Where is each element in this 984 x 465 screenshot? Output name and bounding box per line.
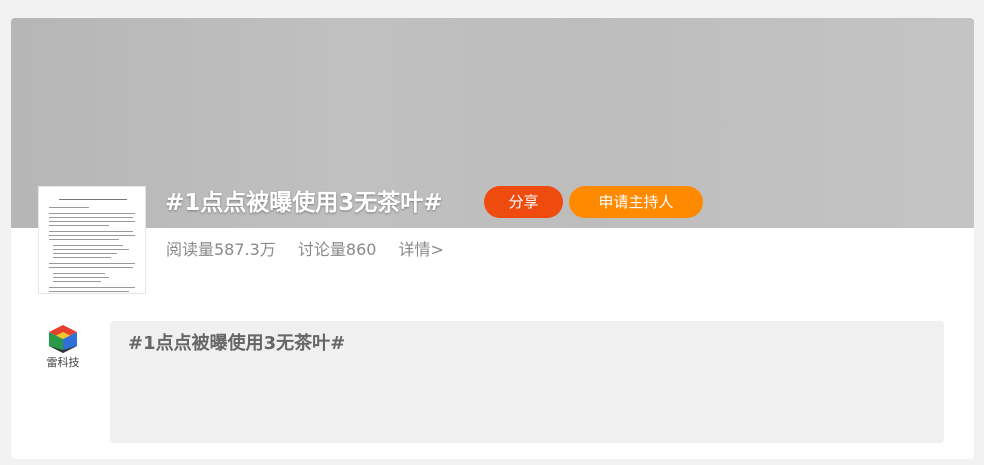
post-text[interactable]: #1点点被曝使用3无茶叶# — [128, 331, 345, 357]
topic-title: #1点点被曝使用3无茶叶# — [165, 190, 443, 216]
detail-link[interactable]: 详情> — [399, 240, 444, 259]
post-content: #1点点被曝使用3无茶叶# — [110, 321, 944, 443]
colored-cube-logo-icon — [49, 325, 77, 353]
share-button[interactable]: 分享 — [484, 186, 563, 218]
author-name[interactable]: 雷科技 — [43, 356, 83, 370]
topic-stats: 阅读量587.3万 讨论量860 详情> — [166, 239, 461, 261]
topic-card: #1点点被曝使用3无茶叶# 分享 申请主持人 阅读量587.3万 讨论量860 … — [11, 18, 974, 459]
apply-host-button[interactable]: 申请主持人 — [569, 186, 703, 218]
read-count: 阅读量587.3万 — [166, 240, 276, 259]
discussion-count: 讨论量860 — [297, 240, 377, 259]
topic-thumbnail[interactable] — [38, 186, 146, 294]
author-avatar[interactable]: 雷科技 — [43, 324, 83, 370]
